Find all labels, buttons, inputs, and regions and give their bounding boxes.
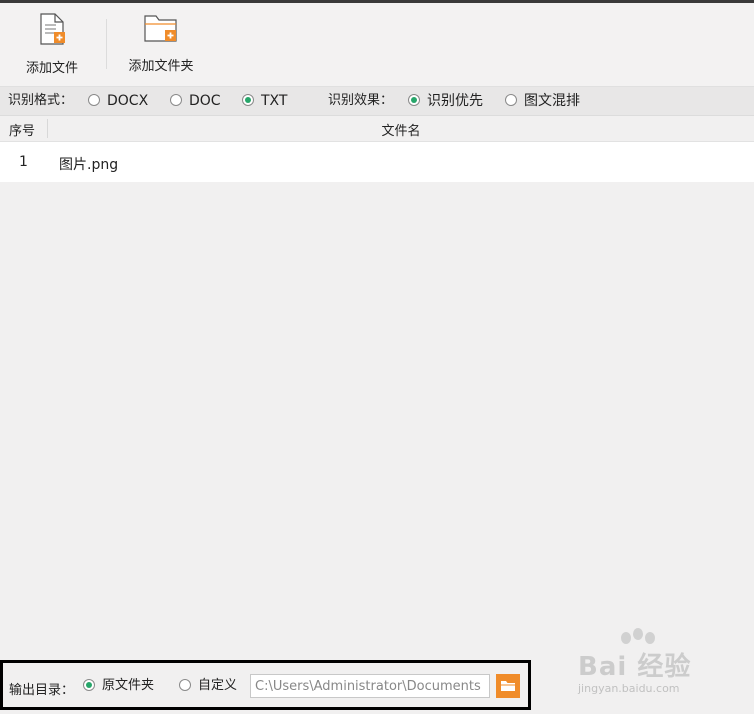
watermark-url: jingyan.baidu.com [578,682,680,695]
effect-group: 识别效果： [328,87,393,115]
add-file-button[interactable]: 添加文件 [20,13,84,76]
format-option-doc[interactable]: DOC [170,87,221,115]
effect-mixed-label: 图文混排 [524,93,580,109]
watermark-brand: Bai 经验 [578,652,692,682]
output-path-input[interactable] [250,674,490,698]
table-row[interactable]: 1 图片.png [0,142,754,182]
format-option-docx[interactable]: DOCX [88,87,148,115]
output-option-custom[interactable]: 自定义 [179,677,237,695]
radio-recognition-priority[interactable] [408,94,420,106]
options-bar: 识别格式： DOCX DOC TXT 识别效果： 识别优先 图文混排 [0,86,754,116]
baidu-jingyan-watermark: Bai 经验 jingyan.baidu.com [578,628,728,698]
format-txt-label: TXT [261,93,288,109]
radio-original-folder[interactable] [83,678,95,691]
effect-priority-label: 识别优先 [427,93,483,109]
format-docx-label: DOCX [107,93,149,109]
file-list[interactable]: 1 图片.png [0,142,754,650]
radio-custom-folder[interactable] [179,678,191,691]
table-header: 序号 文件名 [0,116,754,142]
format-doc-label: DOC [189,93,221,109]
format-label: 识别格式： [8,93,74,108]
effect-label: 识别效果： [328,93,394,108]
output-directory-bar: 输出目录： 原文件夹 自定义 [0,660,531,710]
effect-option-priority[interactable]: 识别优先 [408,87,483,115]
add-file-icon [20,13,84,49]
output-custom-label: 自定义 [198,678,238,693]
format-option-txt[interactable]: TXT [242,87,287,115]
browse-folder-button[interactable] [496,674,520,698]
output-option-original[interactable]: 原文件夹 [83,677,154,695]
radio-docx[interactable] [88,94,100,106]
add-folder-label: 添加文件夹 [128,59,194,74]
add-file-label: 添加文件 [25,61,78,76]
add-folder-button[interactable]: 添加文件夹 [122,13,200,74]
column-header-index[interactable]: 序号 [9,120,35,139]
row-filename: 图片.png [59,157,119,173]
radio-txt[interactable] [242,94,254,106]
toolbar-divider [106,19,107,69]
output-original-label: 原文件夹 [102,678,155,693]
effect-option-mixed[interactable]: 图文混排 [505,87,580,115]
toolbar: 添加文件 添加文件夹 [0,3,754,86]
column-header-filename[interactable]: 文件名 [48,120,754,139]
radio-mixed-layout[interactable] [505,94,517,106]
add-folder-icon [122,13,200,47]
output-label: 输出目录： [9,683,75,698]
row-index: 1 [19,154,28,170]
format-group: 识别格式： [8,87,73,115]
radio-doc[interactable] [170,94,182,106]
folder-browse-icon [496,681,520,702]
